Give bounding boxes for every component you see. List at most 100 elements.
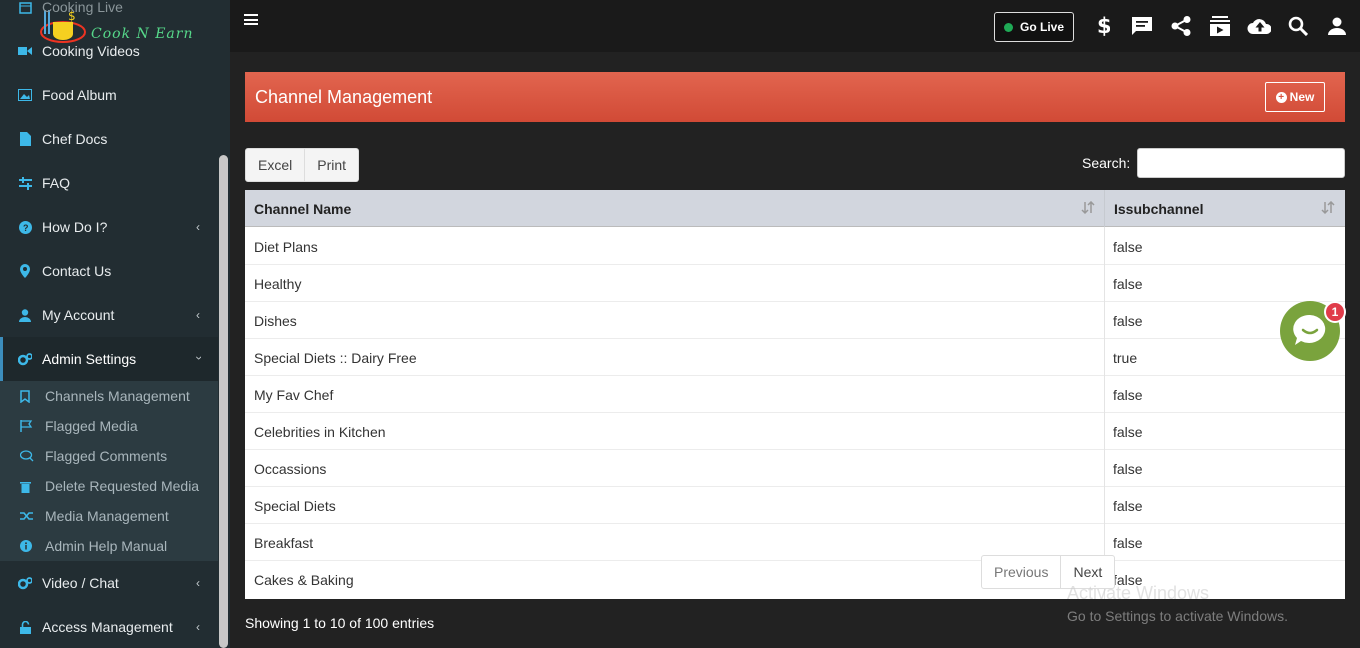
- column-header-label: Issubchannel: [1114, 200, 1204, 217]
- chat-bubble-icon: [1293, 314, 1326, 345]
- sidebar-item-cooking-live[interactable]: Cooking Live: [0, 0, 218, 29]
- cell-issubchannel: false: [1113, 312, 1143, 329]
- sidebar-item-my-account[interactable]: My Account ‹: [0, 293, 218, 337]
- upload-cloud-icon[interactable]: [1247, 14, 1271, 38]
- table-info: Showing 1 to 10 of 100 entries: [245, 615, 435, 631]
- info-circle-icon: [20, 540, 34, 552]
- cell-channel-name: Cakes & Baking: [254, 571, 354, 588]
- windows-activation-watermark-title: Activate Windows: [1067, 583, 1210, 603]
- subscriptions-icon[interactable]: [1208, 14, 1232, 38]
- submenu-item-label: Flagged Media: [45, 418, 138, 434]
- chevron-left-icon: ‹: [196, 576, 200, 590]
- sidebar-item-contact-us[interactable]: Contact Us: [0, 249, 218, 293]
- share-icon[interactable]: [1169, 14, 1193, 38]
- column-header-channel-name[interactable]: Channel Name: [245, 190, 1104, 227]
- random-icon: [20, 510, 34, 522]
- cell-channel-name: Celebrities in Kitchen: [254, 423, 386, 440]
- sidebar-item-food-album[interactable]: Food Album: [0, 73, 218, 117]
- svg-text:$: $: [1097, 15, 1110, 37]
- sidebar-item-chef-docs[interactable]: Chef Docs: [0, 117, 218, 161]
- sidebar-item-faq[interactable]: FAQ: [0, 161, 218, 205]
- submenu-item-channels-management[interactable]: Channels Management: [0, 381, 218, 411]
- page-header-box: Channel Management + New: [245, 72, 1345, 122]
- top-navbar: Go Live $: [230, 0, 1360, 52]
- cell-issubchannel: false: [1113, 238, 1143, 255]
- sidebar-scrollbar[interactable]: [219, 155, 228, 648]
- submenu-item-label: Channels Management: [45, 388, 190, 404]
- previous-page-button[interactable]: Previous: [981, 555, 1062, 589]
- plus-circle-icon: +: [1275, 91, 1287, 103]
- sidebar-item-video-chat[interactable]: Video / Chat ‹: [0, 561, 218, 605]
- question-circle-icon: ?: [18, 220, 32, 234]
- sliders-icon: [18, 176, 32, 190]
- new-button[interactable]: + New: [1265, 82, 1325, 112]
- chat-icon[interactable]: [1130, 14, 1154, 38]
- cell-channel-name: Occassions: [254, 460, 327, 477]
- bookmark-icon: [20, 389, 34, 403]
- hamburger-menu-icon[interactable]: [244, 14, 258, 26]
- sidebar-item-label: Contact Us: [42, 263, 112, 279]
- image-icon: [18, 88, 32, 102]
- sidebar-item-label: FAQ: [42, 175, 71, 191]
- submenu-item-label: Flagged Comments: [45, 448, 168, 464]
- submenu-item-admin-help-manual[interactable]: Admin Help Manual: [0, 531, 218, 561]
- trash-icon: [20, 480, 34, 493]
- chevron-left-icon: ‹: [196, 620, 200, 634]
- map-marker-icon: [18, 264, 32, 278]
- sidebar-item-how-do-i[interactable]: ? How Do I? ‹: [0, 205, 218, 249]
- sidebar-item-admin-settings[interactable]: Admin Settings ‹: [0, 337, 218, 381]
- chevron-down-icon: ‹: [191, 356, 205, 360]
- windows-activation-watermark-text: Go to Settings to activate Windows.: [1067, 608, 1288, 624]
- svg-text:?: ?: [23, 223, 29, 233]
- print-button[interactable]: Print: [305, 148, 360, 182]
- sidebar-item-label: Cooking Videos: [42, 43, 140, 59]
- table-row[interactable]: Occassions false: [245, 450, 1345, 487]
- excel-button[interactable]: Excel: [245, 148, 306, 182]
- table-row[interactable]: Special Diets :: Dairy Free true: [245, 339, 1345, 376]
- table-row[interactable]: Celebrities in Kitchen false: [245, 413, 1345, 450]
- cell-channel-name: My Fav Chef: [254, 386, 334, 403]
- table-row[interactable]: Breakfast false: [245, 524, 1345, 561]
- search-label: Search:: [1082, 155, 1131, 171]
- sidebar-item-label: Chef Docs: [42, 131, 108, 147]
- cell-issubchannel: false: [1113, 423, 1143, 440]
- video-camera-icon: [18, 44, 32, 58]
- new-button-label: New: [1289, 90, 1315, 104]
- cogs-icon: [18, 352, 32, 366]
- sort-icon[interactable]: [1321, 200, 1335, 215]
- user-icon: [18, 308, 32, 322]
- submenu-item-flagged-comments[interactable]: Flagged Comments: [0, 441, 218, 471]
- table-row[interactable]: Special Diets false: [245, 487, 1345, 524]
- submenu-item-delete-requested-media[interactable]: Delete Requested Media: [0, 471, 218, 501]
- cell-issubchannel: false: [1113, 497, 1143, 514]
- go-live-button[interactable]: Go Live: [994, 12, 1074, 42]
- search-icon[interactable]: [1286, 14, 1310, 38]
- table-row[interactable]: Healthy false: [245, 265, 1345, 302]
- page-title: Channel Management: [255, 87, 433, 107]
- submenu-item-label: Admin Help Manual: [45, 538, 168, 554]
- dollar-icon[interactable]: $: [1091, 14, 1115, 38]
- comments-icon: [20, 450, 34, 462]
- chevron-left-icon: ‹: [196, 308, 200, 322]
- user-icon[interactable]: [1325, 14, 1349, 38]
- go-live-label: Go Live: [1019, 20, 1064, 34]
- sidebar-item-label: Video / Chat: [42, 575, 119, 591]
- cell-issubchannel: true: [1113, 349, 1138, 366]
- search-input[interactable]: [1137, 148, 1345, 178]
- sidebar: $ Cook N Earn Cooking Live Cooking Video…: [0, 0, 230, 648]
- chat-notification-badge: 1: [1324, 301, 1346, 323]
- lock-icon: [18, 620, 32, 634]
- table-header: Channel Name Issubchannel: [245, 190, 1345, 227]
- sidebar-item-cooking-videos[interactable]: Cooking Videos: [0, 29, 218, 73]
- cell-channel-name: Diet Plans: [254, 238, 318, 255]
- sort-icon[interactable]: [1081, 200, 1095, 215]
- sidebar-item-access-management[interactable]: Access Management ‹: [0, 605, 218, 648]
- submenu-item-flagged-media[interactable]: Flagged Media: [0, 411, 218, 441]
- table-row[interactable]: Diet Plans false: [245, 228, 1345, 265]
- channels-table: Channel Name Issubchannel Diet Plans fal…: [245, 190, 1345, 599]
- submenu-item-media-management[interactable]: Media Management: [0, 501, 218, 531]
- column-header-issubchannel[interactable]: Issubchannel: [1104, 190, 1345, 227]
- table-row[interactable]: Dishes false: [245, 302, 1345, 339]
- table-row[interactable]: My Fav Chef false: [245, 376, 1345, 413]
- column-divider: [1104, 227, 1105, 599]
